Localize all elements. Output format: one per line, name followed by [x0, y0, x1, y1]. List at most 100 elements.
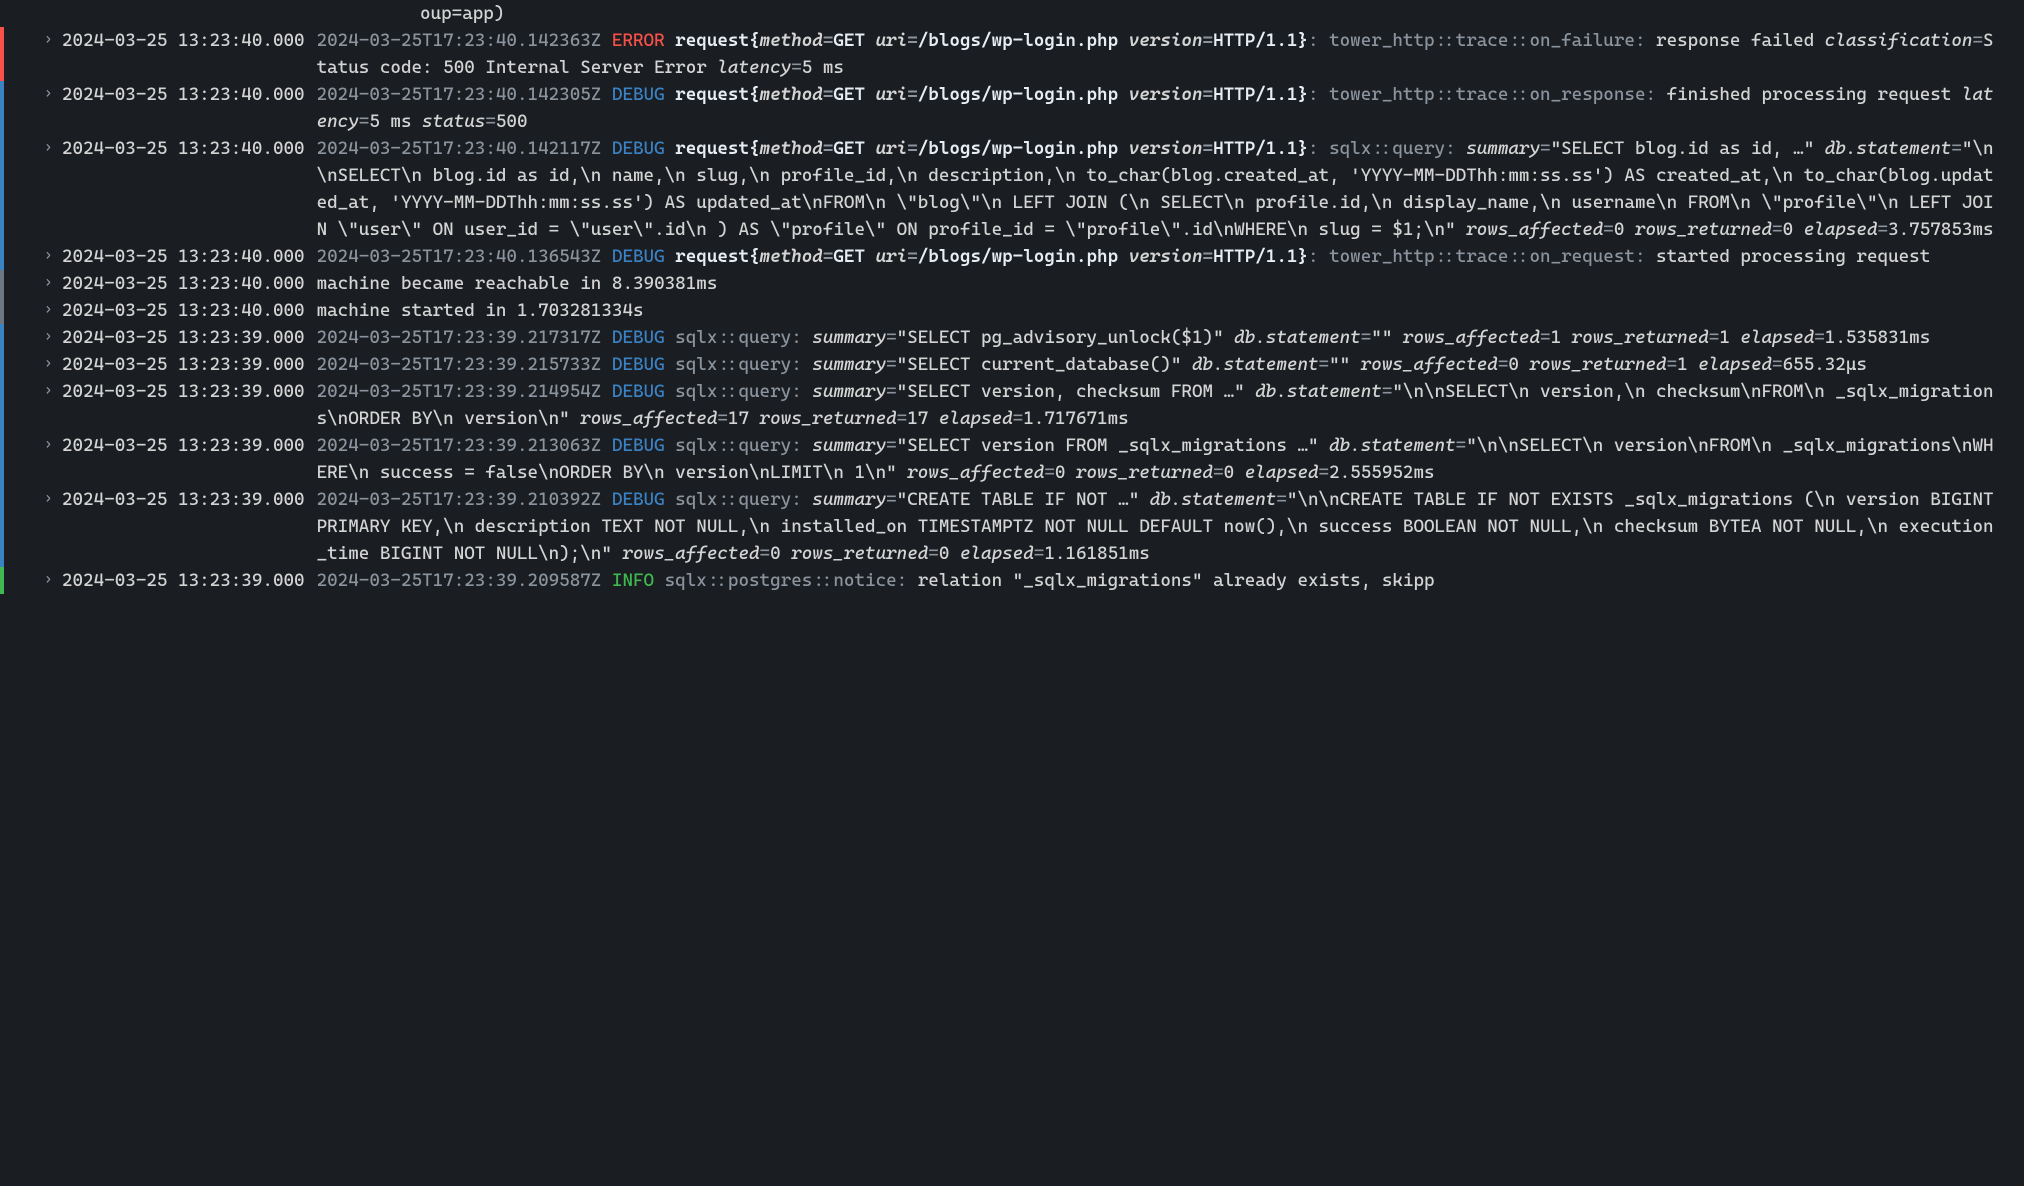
chevron-right-icon[interactable]: › [44, 326, 52, 347]
equals: = [717, 408, 728, 429]
equals: = [1034, 543, 1045, 564]
equals: = [1540, 138, 1551, 159]
equals: = [1319, 354, 1330, 375]
chevron-right-icon[interactable]: › [44, 29, 52, 50]
equals: = [1456, 435, 1467, 456]
log-message: response failed [1656, 30, 1825, 51]
kv-key: db.statement [1150, 489, 1277, 510]
equals: = [791, 57, 802, 78]
log-content: 2024-03-25T17:23:39.217317Z DEBUG sqlx::… [317, 324, 2024, 351]
timestamp: 2024-03-25 13:23:40.000 [62, 135, 305, 162]
log-row[interactable]: ›2024-03-25 13:23:40.0002024-03-25T17:23… [0, 27, 2024, 81]
log-content: 2024-03-25T17:23:39.215733Z DEBUG sqlx::… [317, 351, 2024, 378]
iso-timestamp: 2024-03-25T17:23:39.217317Z [317, 327, 612, 348]
timestamp: 2024-03-25 13:23:40.000 [62, 297, 305, 324]
log-content: 2024-03-25T17:23:39.209587Z INFO sqlx::p… [317, 567, 2024, 594]
kv-value: 1.161851ms [1044, 543, 1149, 564]
log-row[interactable]: › 2024-03-25 13:23:40.000 machine started … [0, 297, 2024, 324]
equals: = [1361, 327, 1372, 348]
equals: = [897, 408, 908, 429]
chevron-right-icon[interactable]: › [44, 299, 52, 320]
log-content: 2024-03-25T17:23:39.214954Z DEBUG sqlx::… [317, 378, 2024, 432]
timestamp: 2024-03-25 13:23:39.000 [62, 567, 305, 594]
kv-key: elapsed [960, 543, 1034, 564]
log-message: started processing request [1656, 246, 1930, 267]
kv-key: db.statement [1329, 435, 1456, 456]
log-row[interactable]: ›2024-03-25 13:23:39.0002024-03-25T17:23… [0, 378, 2024, 432]
log-row[interactable]: › 2024-03-25 13:23:40.000 2024-03-25T17:23… [0, 135, 2024, 243]
kv-key: rows_affected [580, 408, 717, 429]
iso-timestamp: 2024-03-25T17:23:39.213063Z [317, 435, 612, 456]
log-content: 2024-03-25T17:23:40.142363Z ERROR reques… [317, 27, 2024, 81]
equals: = [1044, 462, 1055, 483]
equals: = [760, 543, 771, 564]
equals: = [1972, 30, 1983, 51]
request-span: request{method=GET uri=/blogs/wp-login.p… [675, 246, 1308, 267]
logger-path: sqlx::query: [665, 327, 813, 348]
kv-value: "" [1329, 354, 1361, 375]
iso-timestamp: 2024-03-25T17:23:39.214954Z [317, 381, 612, 402]
chevron-right-icon[interactable]: › [44, 569, 52, 590]
chevron-right-icon[interactable]: › [44, 137, 52, 158]
iso-timestamp: 2024-03-25T17:23:39.209587Z [317, 570, 612, 591]
chevron-right-icon[interactable]: › [44, 353, 52, 374]
iso-timestamp: 2024-03-25T17:23:39.210392Z [317, 489, 612, 510]
log-row[interactable]: ›2024-03-25 13:23:40.0002024-03-25T17:23… [0, 243, 2024, 270]
logger-path: : tower_http::trace::on_failure: [1308, 30, 1656, 51]
chevron-right-icon[interactable]: › [44, 488, 52, 509]
timestamp: 2024-03-25 13:23:39.000 [62, 351, 305, 378]
logger-path: sqlx::query: [665, 489, 813, 510]
log-row[interactable]: › 2024-03-25 13:23:39.000 2024-03-25T17:23… [0, 486, 2024, 567]
equals: = [1814, 327, 1825, 348]
kv-value: 0 [1614, 219, 1635, 240]
kv-value: 1 [1551, 327, 1572, 348]
log-row[interactable]: ›2024-03-25 13:23:40.0002024-03-25T17:23… [0, 81, 2024, 135]
logger-path: sqlx::postgres::notice: [654, 570, 918, 591]
log-row[interactable]: ›2024-03-25 13:23:40.000machine became r… [0, 270, 2024, 297]
kv-key: summary [812, 354, 886, 375]
chevron-right-icon[interactable]: › [44, 245, 52, 266]
kv-value: "CREATE TABLE IF NOT …" [897, 489, 1150, 510]
chevron-right-icon[interactable]: › [44, 83, 52, 104]
log-level: DEBUG [612, 84, 665, 105]
equals: = [1213, 462, 1224, 483]
log-content: machine started in 1.703281334s [317, 297, 2024, 324]
kv-key: elapsed [1245, 462, 1319, 483]
kv-key: status [422, 111, 485, 132]
kv-key: rows_returned [1635, 219, 1772, 240]
log-row[interactable]: ›2024-03-25 13:23:39.0002024-03-25T17:23… [0, 324, 2024, 351]
kv-key: db.statement [1255, 381, 1382, 402]
kv-value: 0 [1224, 462, 1245, 483]
kv-key: elapsed [1698, 354, 1772, 375]
log-row[interactable]: › 2024-03-25 13:23:39.000 2024-03-25T17:23… [0, 567, 2024, 594]
kv-value: 17 [907, 408, 939, 429]
kv-value: 5 ms [802, 57, 844, 78]
equals: = [886, 354, 897, 375]
log-level: ERROR [612, 30, 665, 51]
log-row[interactable]: › 2024-03-25 13:23:39.000 2024-03-25T17:23… [0, 432, 2024, 486]
timestamp: 2024-03-25 13:23:39.000 [62, 432, 305, 459]
equals: = [1013, 408, 1024, 429]
kv-key: latency [717, 57, 791, 78]
chevron-right-icon[interactable]: › [44, 272, 52, 293]
log-level: DEBUG [612, 354, 665, 375]
timestamp: 2024-03-25 13:23:40.000 [62, 243, 305, 270]
kv-key: summary [812, 435, 886, 456]
equals: = [886, 327, 897, 348]
kv-key: classification [1825, 30, 1973, 51]
kv-value: "SELECT version, checksum FROM …" [897, 381, 1256, 402]
timestamp: 2024-03-25 13:23:39.000 [62, 486, 305, 513]
kv-value: 0 [770, 543, 791, 564]
logger-path: sqlx::query: [665, 354, 813, 375]
log-row[interactable]: › 2024-03-25 13:23:39.000 2024-03-25T17:23… [0, 351, 2024, 378]
iso-timestamp: 2024-03-25T17:23:40.142117Z [317, 138, 612, 159]
kv-key: db.statement [1825, 138, 1952, 159]
kv-value: 2.555952ms [1329, 462, 1434, 483]
kv-key: rows_affected [622, 543, 759, 564]
logger-path: : sqlx::query: [1308, 138, 1466, 159]
kv-value: 0 [1508, 354, 1529, 375]
kv-value: 1 [1719, 327, 1740, 348]
equals: = [1382, 381, 1393, 402]
chevron-right-icon[interactable]: › [44, 434, 52, 455]
chevron-right-icon[interactable]: › [44, 380, 52, 401]
